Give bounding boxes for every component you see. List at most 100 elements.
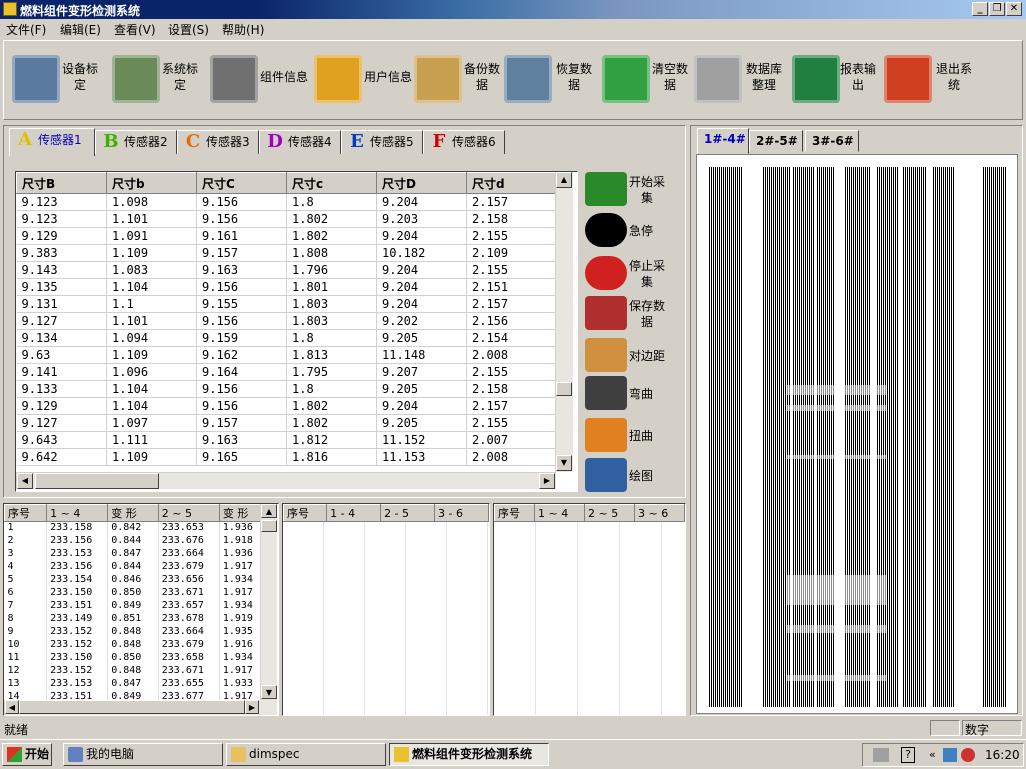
- deform-scroll-right[interactable]: ▶: [245, 700, 259, 714]
- menu-help[interactable]: 帮助(H): [222, 21, 264, 38]
- table-row[interactable]: 5 233.154 0.846 233.656 1.934: [4, 573, 263, 587]
- action-button-2[interactable]: 停止采 集: [585, 254, 685, 292]
- table-row[interactable]: 9.133 1.104 9.156 1.8 9.205 2.158: [16, 380, 557, 398]
- column-header[interactable]: 3 ~ 6: [634, 504, 685, 522]
- menu-file[interactable]: 文件(F): [6, 21, 46, 38]
- plot-tab-1[interactable]: 2#-5#: [749, 130, 803, 152]
- column-header[interactable]: 尺寸D: [376, 172, 467, 194]
- table-row[interactable]: 9.129 1.104 9.156 1.802 9.204 2.157: [16, 397, 557, 415]
- deform-scroll-left[interactable]: ◀: [5, 700, 19, 714]
- table-row[interactable]: 9.127 1.097 9.157 1.802 9.205 2.155: [16, 414, 557, 432]
- action-button-1[interactable]: 急停: [585, 211, 685, 249]
- table-row[interactable]: 9.383 1.109 9.157 1.808 10.182 2.109: [16, 244, 557, 262]
- column-header[interactable]: 尺寸d: [466, 172, 557, 194]
- table-row[interactable]: 9.127 1.101 9.156 1.803 9.202 2.156: [16, 312, 557, 330]
- toolbar-button-8[interactable]: 报表输 出: [792, 51, 884, 111]
- tab-sensor-3[interactable]: C 传感器3: [177, 130, 259, 154]
- column-header[interactable]: 2 ~ 5: [584, 504, 635, 522]
- table-row[interactable]: 4 233.156 0.844 233.679 1.917: [4, 560, 263, 574]
- column-header[interactable]: 3 - 6: [434, 504, 489, 522]
- column-header[interactable]: 变 形: [218, 504, 263, 522]
- table-row[interactable]: 6 233.150 0.850 233.671 1.917: [4, 586, 263, 600]
- table-row[interactable]: 7 233.151 0.849 233.657 1.934: [4, 599, 263, 613]
- column-header[interactable]: 1 ~ 4: [534, 504, 585, 522]
- toolbar-button-3[interactable]: 用户信息: [314, 51, 414, 111]
- deform-scroll-up[interactable]: ▲: [261, 504, 277, 518]
- table-row[interactable]: 9.123 1.098 9.156 1.8 9.204 2.157: [16, 193, 557, 211]
- action-button-0[interactable]: 开始采 集: [585, 170, 685, 208]
- grid-vertical-scrollbar[interactable]: ▲ ▼: [555, 172, 573, 472]
- menu-view[interactable]: 查看(V): [114, 21, 156, 38]
- deform-scroll-thumb[interactable]: [261, 520, 277, 532]
- scroll-thumb[interactable]: [556, 382, 572, 396]
- deform-vscroll[interactable]: ▲ ▼: [260, 504, 277, 700]
- table-row[interactable]: 3 233.153 0.847 233.664 1.936: [4, 547, 263, 561]
- keyboard-icon[interactable]: [873, 748, 889, 762]
- column-header[interactable]: 序号: [494, 504, 535, 522]
- tab-sensor-4[interactable]: D 传感器4: [259, 130, 341, 154]
- column-header[interactable]: 尺寸B: [16, 172, 107, 194]
- deform-hscroll-thumb[interactable]: [19, 700, 245, 714]
- toolbar-button-1[interactable]: 系统标 定: [112, 51, 210, 111]
- scroll-up-button[interactable]: ▲: [556, 172, 572, 188]
- toolbar-button-5[interactable]: 恢复数 据: [504, 51, 602, 111]
- start-button[interactable]: 开始: [2, 743, 52, 766]
- restore-button[interactable]: ❐: [989, 2, 1005, 16]
- tab-sensor-2[interactable]: B 传感器2: [95, 130, 177, 154]
- table-row[interactable]: 9.131 1.1 9.155 1.803 9.204 2.157: [16, 295, 557, 313]
- shield-icon[interactable]: [961, 748, 975, 762]
- menu-settings[interactable]: 设置(S): [168, 21, 209, 38]
- plot-tab-2[interactable]: 3#-6#: [805, 130, 859, 152]
- table-row[interactable]: 9 233.152 0.848 233.664 1.935: [4, 625, 263, 639]
- distance-table[interactable]: 序号 1 - 42 - 53 - 6: [282, 503, 490, 716]
- table-row[interactable]: 9.134 1.094 9.159 1.8 9.205 2.154: [16, 329, 557, 347]
- table-row[interactable]: 2 233.156 0.844 233.676 1.918: [4, 534, 263, 548]
- menu-edit[interactable]: 编辑(E): [60, 21, 101, 38]
- table-row[interactable]: 9.129 1.091 9.161 1.802 9.204 2.155: [16, 227, 557, 245]
- minimize-button[interactable]: _: [972, 2, 988, 16]
- table-row[interactable]: 9.143 1.083 9.163 1.796 9.204 2.155: [16, 261, 557, 279]
- tab-sensor-6[interactable]: F 传感器6: [423, 130, 505, 154]
- column-header[interactable]: 尺寸b: [106, 172, 197, 194]
- table-row[interactable]: 9.135 1.104 9.156 1.801 9.204 2.151: [16, 278, 557, 296]
- toolbar-button-7[interactable]: 数据库 整理: [694, 51, 792, 111]
- hscroll-thumb[interactable]: [35, 473, 159, 489]
- table-row[interactable]: 9.642 1.109 9.165 1.816 11.153 2.008: [16, 448, 557, 466]
- plot-tab-0[interactable]: 1#-4#: [697, 128, 749, 154]
- toolbar-button-6[interactable]: 清空数 据: [602, 51, 694, 111]
- column-header[interactable]: 1 - 4: [326, 504, 382, 522]
- table-row[interactable]: 8 233.149 0.851 233.678 1.919: [4, 612, 263, 626]
- close-button[interactable]: ✕: [1006, 2, 1022, 16]
- table-row[interactable]: 9.123 1.101 9.156 1.802 9.203 2.158: [16, 210, 557, 228]
- table-row[interactable]: 10 233.152 0.848 233.679 1.916: [4, 638, 263, 652]
- toolbar-button-0[interactable]: 设备标 定: [12, 51, 112, 111]
- column-header[interactable]: 尺寸C: [196, 172, 287, 194]
- toolbar-button-9[interactable]: 退出系 统: [884, 51, 1020, 111]
- toolbar-button-2[interactable]: 组件信息: [210, 51, 314, 111]
- table-row[interactable]: 1 233.158 0.842 233.653 1.936: [4, 521, 263, 535]
- sensor-data-grid[interactable]: 尺寸B 尺寸b 尺寸C 尺寸c 尺寸D 尺寸d 9.123 1.098 9.156 1.8 9.20…: [15, 171, 578, 492]
- tray-expand-icon[interactable]: «: [929, 748, 936, 761]
- column-header[interactable]: 变 形: [107, 504, 159, 522]
- column-header[interactable]: 序号: [4, 504, 48, 522]
- table-row[interactable]: 9.141 1.096 9.164 1.795 9.207 2.155: [16, 363, 557, 381]
- action-button-3[interactable]: 保存数 据: [585, 294, 685, 332]
- toolbar-button-4[interactable]: 备份数 据: [414, 51, 504, 111]
- column-header[interactable]: 1 ~ 4: [46, 504, 109, 522]
- action-button-6[interactable]: 扭曲: [585, 416, 685, 454]
- deformation-table[interactable]: 序号 1 ~ 4变 形2 ~ 5变 形 1 233.158 0.842 233.653 1.…: [3, 503, 279, 716]
- table-row[interactable]: 9.63 1.109 9.162 1.813 11.148 2.008: [16, 346, 557, 364]
- help-icon[interactable]: ?: [901, 747, 915, 763]
- action-button-5[interactable]: 弯曲: [585, 374, 685, 412]
- task-dimspec[interactable]: dimspec: [226, 743, 386, 766]
- action-button-7[interactable]: 绘图: [585, 456, 685, 494]
- column-header[interactable]: 序号: [283, 504, 328, 522]
- table-row[interactable]: 9.643 1.111 9.163 1.812 11.152 2.007: [16, 431, 557, 449]
- deform-hscroll[interactable]: ◀ ▶: [4, 700, 277, 715]
- task-app[interactable]: 燃料组件变形检测系统: [389, 743, 549, 766]
- result-table[interactable]: 序号 1 ~ 42 ~ 53 ~ 6: [493, 503, 686, 716]
- table-row[interactable]: 11 233.150 0.850 233.658 1.934: [4, 651, 263, 665]
- grid-horizontal-scrollbar[interactable]: ◀ ▶: [16, 472, 556, 489]
- action-button-4[interactable]: 对边距: [585, 336, 685, 374]
- deform-scroll-down[interactable]: ▼: [261, 685, 277, 699]
